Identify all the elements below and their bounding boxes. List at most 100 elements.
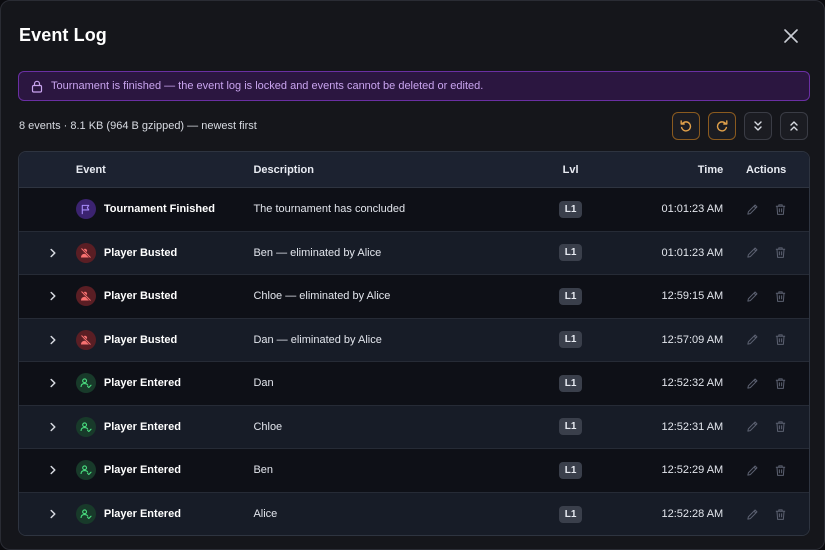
event-time: 12:52:31 AM — [661, 420, 724, 433]
expand-row-button[interactable] — [19, 291, 76, 301]
expand-row-button[interactable] — [19, 248, 76, 258]
flag-icon — [75, 199, 96, 220]
table-row[interactable]: Player Entered Ben L1 12:52:29 AM — [19, 449, 809, 493]
chevron-right-icon — [50, 466, 56, 475]
edit-icon[interactable] — [745, 420, 759, 434]
table-row[interactable]: Player Busted Ben — eliminated by Alice … — [19, 231, 809, 275]
user-x-icon — [75, 329, 96, 350]
event-time: 12:57:09 AM — [661, 333, 724, 346]
table-row[interactable]: Player Busted Chloe — eliminated by Alic… — [19, 275, 809, 319]
edit-icon[interactable] — [745, 333, 759, 347]
expand-row-button[interactable] — [19, 335, 76, 345]
expand-row-button[interactable] — [19, 465, 76, 475]
lvl-badge: L1 — [558, 461, 583, 479]
user-x-icon — [75, 286, 96, 307]
edit-icon[interactable] — [745, 289, 759, 303]
edit-icon[interactable] — [745, 507, 759, 521]
event-cell: Player Busted — [75, 242, 254, 263]
trash-icon[interactable] — [773, 202, 787, 216]
event-cell: Player Entered — [75, 373, 254, 394]
event-description: The tournament has concluded — [253, 203, 406, 216]
lvl-cell: L1 — [528, 244, 614, 262]
lvl-badge: L1 — [558, 418, 583, 436]
lvl-cell: L1 — [528, 200, 614, 218]
table-row[interactable]: Player Entered Chloe L1 12:52:31 AM — [19, 405, 809, 449]
user-x-icon — [75, 242, 96, 263]
chevron-right-icon — [50, 335, 56, 344]
collapse-all-button[interactable] — [780, 112, 808, 140]
actions-cell — [723, 420, 809, 434]
edit-icon[interactable] — [745, 463, 759, 477]
lvl-cell: L1 — [528, 287, 614, 305]
trash-icon[interactable] — [773, 507, 787, 521]
table-body: Tournament Finished The tournament has c… — [19, 188, 809, 535]
table-row[interactable]: Tournament Finished The tournament has c… — [19, 188, 809, 232]
trash-icon[interactable] — [773, 289, 787, 303]
table-row[interactable]: Player Entered Alice L1 12:52:28 AM — [19, 492, 809, 535]
lvl-cell: L1 — [528, 418, 614, 436]
chevron-right-icon — [50, 510, 56, 519]
expand-all-icon — [754, 121, 762, 131]
expand-row-button[interactable] — [19, 378, 76, 388]
lvl-cell: L1 — [528, 505, 614, 523]
lock-icon — [31, 80, 43, 93]
event-name: Player Entered — [103, 508, 181, 521]
lvl-badge: L1 — [558, 244, 583, 262]
user-check-icon — [75, 373, 96, 394]
lvl-cell: L1 — [528, 374, 614, 392]
close-button[interactable] — [780, 25, 802, 47]
lvl-cell: L1 — [528, 461, 614, 479]
actions-cell — [723, 202, 809, 216]
trash-icon[interactable] — [773, 420, 787, 434]
event-name: Player Entered — [103, 464, 181, 477]
lvl-badge: L1 — [558, 374, 583, 392]
table-row[interactable]: Player Busted Dan — eliminated by Alice … — [19, 318, 809, 362]
event-cell: Player Busted — [75, 286, 254, 307]
chevron-right-icon — [50, 248, 56, 257]
event-description: Ben — eliminated by Alice — [253, 246, 382, 259]
edit-icon[interactable] — [745, 202, 759, 216]
close-icon — [784, 29, 798, 43]
event-name: Player Busted — [103, 246, 178, 259]
redo-button[interactable] — [708, 112, 736, 140]
undo-button[interactable] — [672, 112, 700, 140]
table-row[interactable]: Player Entered Dan L1 12:52:32 AM — [19, 362, 809, 406]
actions-cell — [723, 333, 809, 347]
lvl-badge: L1 — [558, 331, 583, 349]
event-description: Dan — eliminated by Alice — [253, 333, 382, 346]
header-description: Description — [253, 163, 314, 176]
lvl-badge: L1 — [558, 287, 583, 305]
trash-icon[interactable] — [773, 333, 787, 347]
expand-row-button[interactable] — [19, 422, 76, 432]
event-name: Player Entered — [103, 420, 181, 433]
expand-all-button[interactable] — [744, 112, 772, 140]
user-check-icon — [75, 504, 96, 525]
event-time: 12:52:32 AM — [661, 377, 724, 390]
event-time: 12:52:29 AM — [661, 464, 724, 477]
event-time: 01:01:23 AM — [661, 246, 724, 259]
header-event: Event — [75, 163, 106, 176]
banner-text: Tournament is finished — the event log i… — [51, 80, 484, 92]
event-cell: Tournament Finished — [75, 199, 254, 220]
event-name: Tournament Finished — [103, 203, 215, 216]
actions-cell — [723, 246, 809, 260]
expand-row-button[interactable] — [19, 509, 76, 519]
event-cell: Player Entered — [75, 460, 254, 481]
user-check-icon — [75, 416, 96, 437]
trash-icon[interactable] — [773, 246, 787, 260]
chevron-right-icon — [50, 379, 56, 388]
trash-icon[interactable] — [773, 463, 787, 477]
event-cell: Player Entered — [75, 416, 254, 437]
actions-cell — [723, 376, 809, 390]
event-name: Player Entered — [103, 377, 181, 390]
table-header: Event Description Lvl Time Actions — [19, 152, 809, 188]
header-actions: Actions — [745, 163, 787, 176]
edit-icon[interactable] — [745, 376, 759, 390]
dialog-title: Event Log — [19, 25, 107, 45]
edit-icon[interactable] — [745, 246, 759, 260]
user-check-icon — [75, 460, 96, 481]
trash-icon[interactable] — [773, 376, 787, 390]
event-description: Chloe — eliminated by Alice — [253, 290, 391, 303]
actions-cell — [723, 507, 809, 521]
event-cell: Player Busted — [75, 329, 254, 350]
